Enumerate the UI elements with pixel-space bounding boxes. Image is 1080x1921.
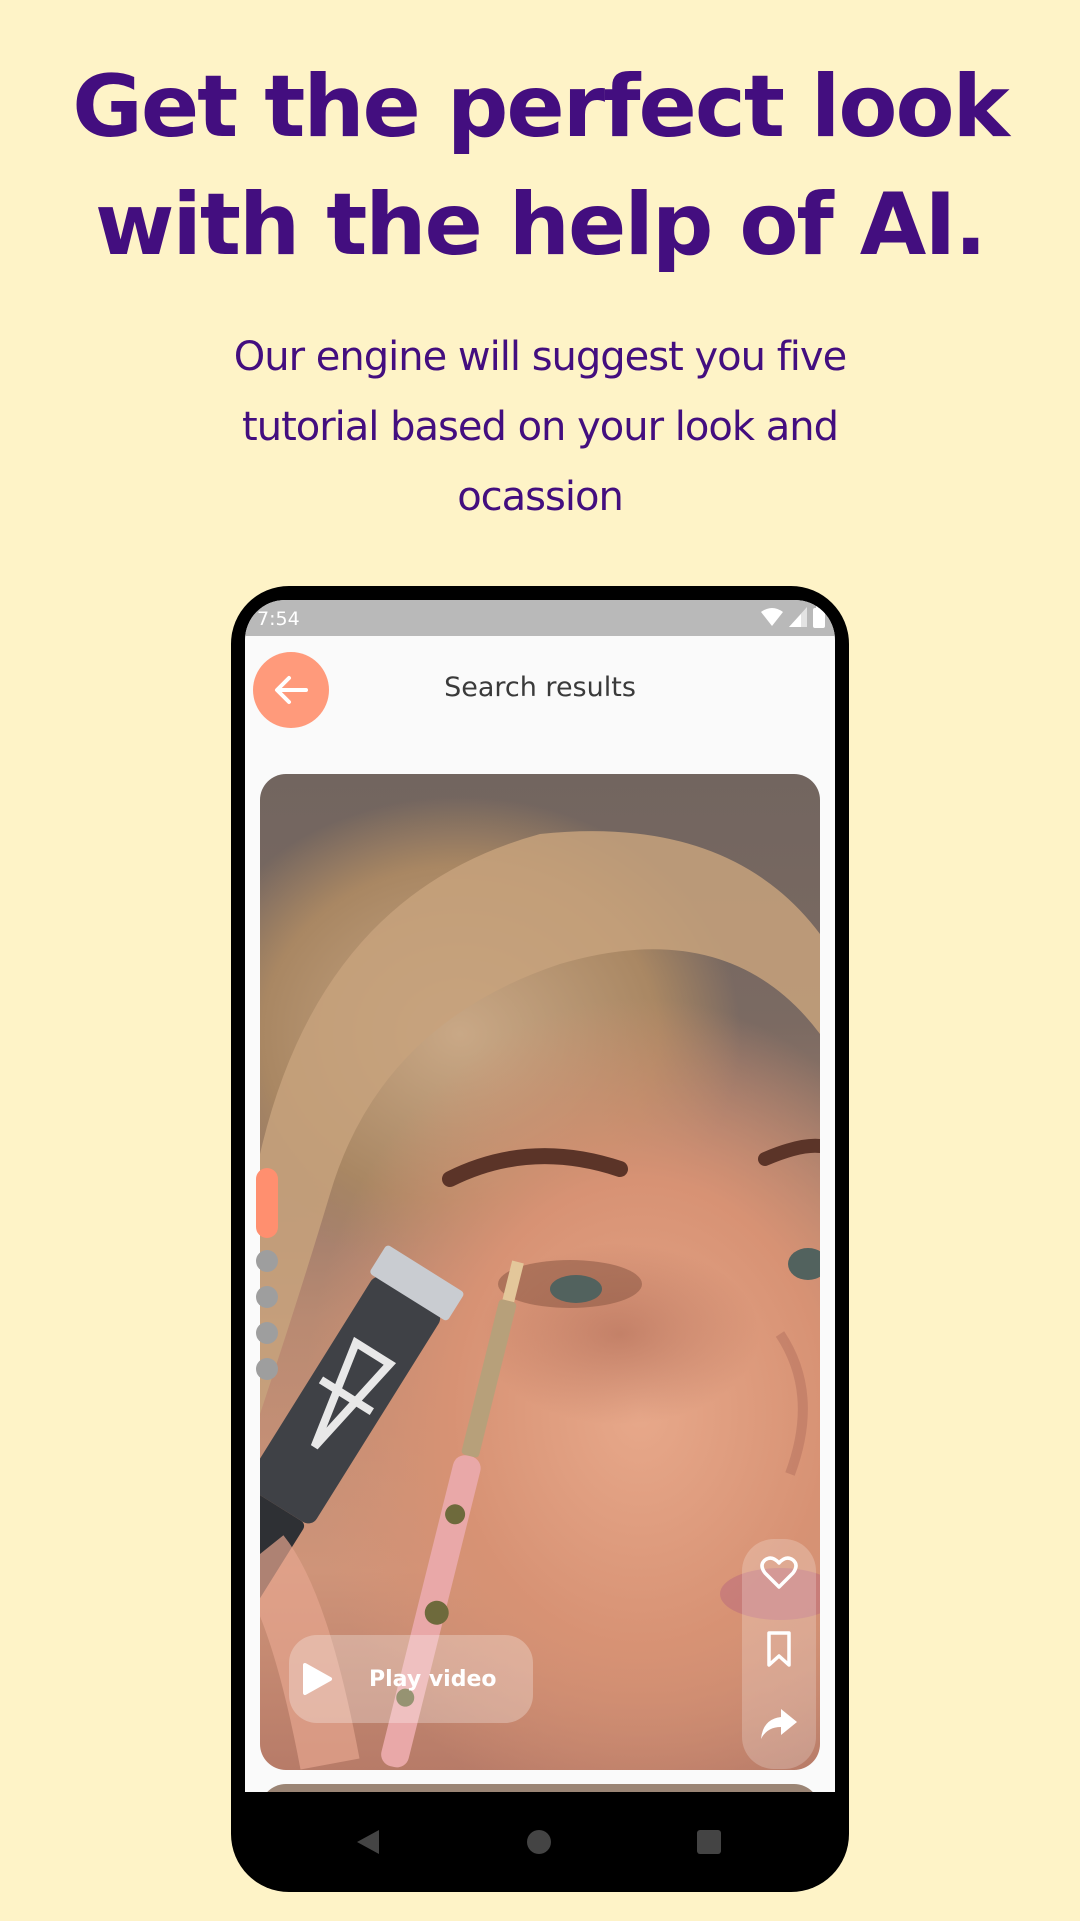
phone-screen: 7:54 Search results Play video [245, 600, 835, 1792]
pager-dot [256, 1322, 278, 1344]
headline-line-2: with the help of AI. [94, 175, 987, 275]
status-icons [761, 606, 825, 628]
pager-dot [256, 1286, 278, 1308]
video-actions [742, 1539, 816, 1769]
app-bar: Search results [245, 636, 835, 756]
pager-dot [256, 1358, 278, 1380]
play-icon [303, 1663, 332, 1695]
signal-icon [789, 607, 807, 627]
phone-frame: 7:54 Search results Play video [231, 586, 849, 1892]
page-title: Search results [444, 672, 636, 703]
video-thumbnail [260, 831, 820, 1770]
home-circle-icon[interactable] [527, 1830, 551, 1854]
share-icon[interactable] [759, 1703, 799, 1743]
pager-dot [256, 1250, 278, 1272]
headline-line-1: Get the perfect look [72, 57, 1009, 157]
play-video-button[interactable]: Play video [289, 1635, 533, 1723]
back-triangle-icon[interactable] [355, 1828, 381, 1856]
heart-icon[interactable] [759, 1553, 799, 1593]
status-time: 7:54 [257, 608, 300, 630]
video-card[interactable] [260, 774, 820, 1770]
pager-dot-active [256, 1168, 278, 1238]
bookmark-icon[interactable] [759, 1629, 799, 1669]
subheadline: Our engine will suggest you five tutoria… [190, 322, 890, 532]
next-video-card[interactable] [260, 1784, 820, 1792]
subheadline-line-1: Our engine will suggest you five [233, 334, 847, 380]
battery-icon [813, 606, 825, 628]
wifi-icon [761, 608, 783, 626]
subheadline-line-3: ocassion [457, 474, 624, 520]
recents-square-icon[interactable] [697, 1830, 721, 1854]
system-nav-bar [231, 1792, 849, 1892]
status-bar: 7:54 [245, 600, 835, 636]
subheadline-line-2: tutorial based on your look and [242, 404, 839, 450]
headline: Get the perfect look with the help of AI… [0, 48, 1080, 284]
play-video-label: Play video [369, 1666, 497, 1692]
